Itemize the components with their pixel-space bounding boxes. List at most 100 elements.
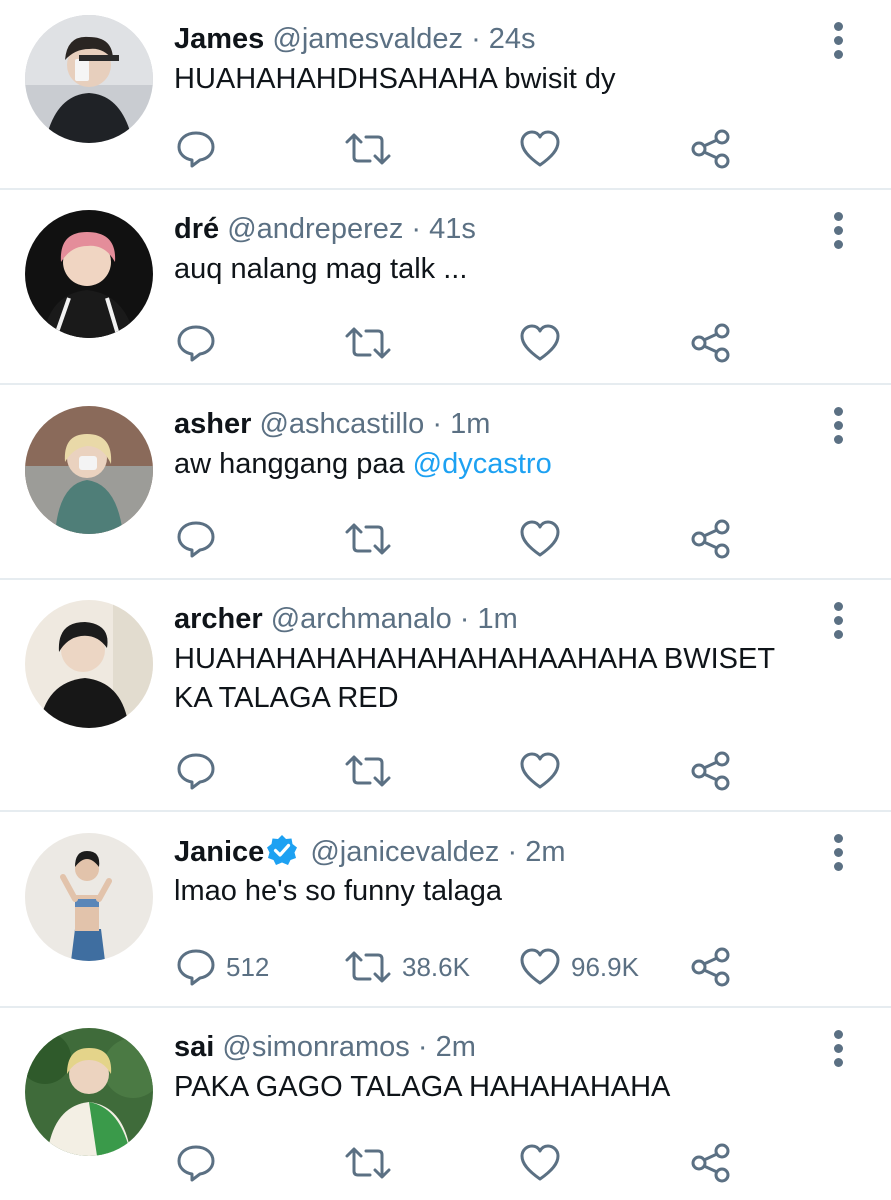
timestamp[interactable]: 1m bbox=[450, 408, 490, 440]
retweet-icon bbox=[345, 1147, 391, 1179]
retweet-button[interactable] bbox=[344, 514, 402, 564]
tweet-actions: 512 38.6K 96.9K bbox=[0, 942, 891, 992]
avatar[interactable] bbox=[25, 1028, 153, 1156]
reply-icon bbox=[177, 949, 215, 986]
more-vertical-icon[interactable] bbox=[826, 20, 852, 60]
user-handle[interactable]: @simonramos bbox=[222, 1031, 409, 1063]
tweet-actions bbox=[0, 514, 891, 564]
more-vertical-icon[interactable] bbox=[826, 832, 852, 872]
tweet-actions bbox=[0, 1138, 891, 1188]
reply-button[interactable] bbox=[176, 318, 226, 368]
tweet-actions bbox=[0, 124, 891, 174]
share-icon bbox=[691, 1143, 730, 1183]
share-icon bbox=[691, 323, 730, 363]
heart-icon bbox=[520, 130, 560, 167]
tweet-header: sai @simonramos · 2m bbox=[174, 1030, 476, 1064]
reply-icon bbox=[177, 325, 215, 362]
like-button[interactable]: 96.9K bbox=[519, 942, 639, 992]
like-button[interactable] bbox=[519, 514, 571, 564]
avatar[interactable] bbox=[25, 600, 153, 728]
tweet-header: asher @ashcastillo · 1m bbox=[174, 407, 490, 441]
reply-count: 512 bbox=[226, 951, 270, 982]
retweet-icon bbox=[345, 133, 391, 165]
more-vertical-icon[interactable] bbox=[826, 405, 852, 445]
tweet-feed: James @jamesvaldez · 24s HUAHAHAHDHSAHAH… bbox=[0, 0, 891, 1200]
share-icon bbox=[691, 947, 730, 987]
like-button[interactable] bbox=[519, 318, 571, 368]
heart-icon bbox=[520, 520, 560, 557]
separator-dot: · bbox=[507, 836, 518, 868]
share-button[interactable] bbox=[690, 318, 732, 368]
separator-dot: · bbox=[432, 408, 443, 440]
retweet-button[interactable]: 38.6K bbox=[344, 942, 470, 992]
mention-link[interactable]: @dycastro bbox=[413, 448, 552, 480]
tweet-actions bbox=[0, 318, 891, 368]
more-vertical-icon[interactable] bbox=[826, 210, 852, 250]
tweet-header: dré @andreperez · 41s bbox=[174, 212, 476, 246]
tweet-text: HUAHAHAHDHSAHAHA bwisit dy bbox=[174, 63, 616, 95]
tweet-card[interactable]: Janice @janicevaldez · 2m lmao he's so f… bbox=[0, 812, 891, 1008]
timestamp[interactable]: 1m bbox=[478, 603, 518, 635]
share-icon bbox=[691, 129, 730, 169]
display-name[interactable]: dré bbox=[174, 213, 219, 245]
more-vertical-icon[interactable] bbox=[826, 600, 852, 640]
tweet-header: Janice @janicevaldez · 2m bbox=[174, 834, 566, 869]
retweet-icon bbox=[345, 755, 391, 787]
heart-icon bbox=[520, 752, 560, 789]
verified-badge-icon bbox=[267, 835, 298, 865]
tweet-text-line: KA TALAGA RED bbox=[174, 682, 399, 714]
share-button[interactable] bbox=[690, 124, 732, 174]
tweet-header: archer @archmanalo · 1m bbox=[174, 602, 518, 636]
tweet-text: PAKA GAGO TALAGA HAHAHAHAHA bbox=[174, 1071, 671, 1103]
user-handle[interactable]: @janicevaldez bbox=[310, 836, 499, 868]
like-button[interactable] bbox=[519, 1138, 571, 1188]
retweet-button[interactable] bbox=[344, 318, 402, 368]
share-button[interactable] bbox=[690, 942, 732, 992]
separator-dot: · bbox=[459, 603, 470, 635]
display-name[interactable]: archer bbox=[174, 603, 263, 635]
timestamp[interactable]: 24s bbox=[489, 23, 536, 55]
reply-icon bbox=[177, 131, 215, 168]
tweet-card[interactable]: sai @simonramos · 2m PAKA GAGO TALAGA HA… bbox=[0, 1008, 891, 1200]
user-handle[interactable]: @archmanalo bbox=[271, 603, 452, 635]
tweet-card[interactable]: James @jamesvaldez · 24s HUAHAHAHDHSAHAH… bbox=[0, 0, 891, 190]
like-button[interactable] bbox=[519, 746, 571, 796]
retweet-icon bbox=[345, 951, 391, 983]
reply-button[interactable] bbox=[176, 1138, 226, 1188]
reply-button[interactable]: 512 bbox=[176, 942, 269, 992]
tweet-card[interactable]: archer @archmanalo · 1m HUAHAHAHAHAHAHAH… bbox=[0, 580, 891, 812]
display-name[interactable]: James bbox=[174, 23, 264, 55]
like-count: 96.9K bbox=[571, 951, 639, 982]
retweet-button[interactable] bbox=[344, 1138, 402, 1188]
user-handle[interactable]: @andreperez bbox=[227, 213, 403, 245]
tweet-text-line: HUAHAHAHAHAHAHAHAHAAHAHA BWISET bbox=[174, 643, 776, 675]
timestamp[interactable]: 2m bbox=[436, 1031, 476, 1063]
tweet-card[interactable]: asher @ashcastillo · 1m aw hanggang paa … bbox=[0, 385, 891, 580]
timestamp[interactable]: 2m bbox=[525, 836, 565, 868]
display-name[interactable]: Janice bbox=[174, 836, 264, 868]
share-button[interactable] bbox=[690, 1138, 732, 1188]
like-button[interactable] bbox=[519, 124, 571, 174]
more-vertical-icon[interactable] bbox=[826, 1028, 852, 1068]
retweet-button[interactable] bbox=[344, 124, 402, 174]
share-button[interactable] bbox=[690, 514, 732, 564]
share-icon bbox=[691, 519, 730, 559]
tweet-text-content: aw hanggang paa bbox=[174, 448, 413, 480]
reply-button[interactable] bbox=[176, 514, 226, 564]
user-handle[interactable]: @ashcastillo bbox=[259, 408, 424, 440]
share-button[interactable] bbox=[690, 746, 732, 796]
user-handle[interactable]: @jamesvaldez bbox=[272, 23, 463, 55]
heart-icon bbox=[520, 948, 560, 985]
retweet-button[interactable] bbox=[344, 746, 402, 796]
tweet-card[interactable]: dré @andreperez · 41s auq nalang mag tal… bbox=[0, 190, 891, 385]
reply-button[interactable] bbox=[176, 746, 226, 796]
display-name[interactable]: sai bbox=[174, 1031, 214, 1063]
separator-dot: · bbox=[471, 23, 481, 55]
tweet-actions bbox=[0, 746, 891, 796]
tweet-text: lmao he's so funny talaga bbox=[174, 875, 502, 907]
display-name[interactable]: asher bbox=[174, 408, 251, 440]
timestamp[interactable]: 41s bbox=[429, 213, 476, 245]
retweet-icon bbox=[345, 523, 391, 555]
reply-button[interactable] bbox=[176, 124, 226, 174]
separator-dot: · bbox=[411, 213, 422, 245]
